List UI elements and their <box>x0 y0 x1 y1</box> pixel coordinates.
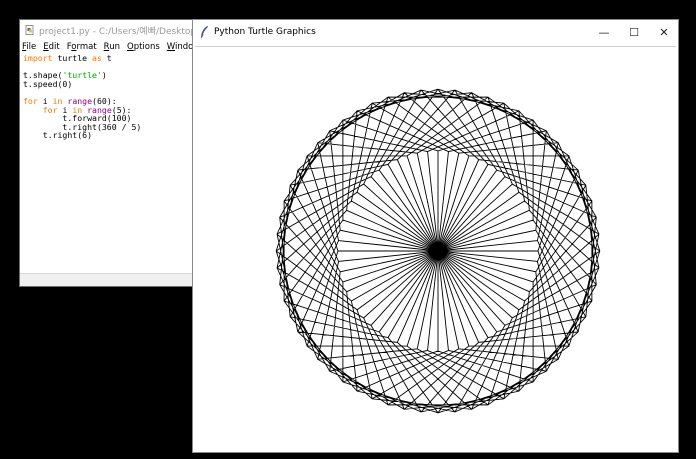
turtle-canvas[interactable] <box>195 46 676 450</box>
menu-options[interactable]: Options <box>127 42 160 52</box>
menu-run[interactable]: Run <box>104 42 120 52</box>
menu-format[interactable]: Format <box>67 42 97 52</box>
code-line: t.right(6) <box>23 130 93 141</box>
turtle-drawing <box>275 88 601 414</box>
turtle-title-text: Python Turtle Graphics <box>214 27 316 37</box>
code-line: import turtle as t <box>23 53 112 63</box>
turtle-graphics-window[interactable]: Python Turtle Graphics — ☐ ✕ <box>192 19 679 453</box>
menu-edit[interactable]: Edit <box>43 42 59 52</box>
code-line: t.speed(0) <box>23 78 73 89</box>
code-editor[interactable]: import turtle as t t.shape('turtle') t.sp… <box>23 54 141 140</box>
maximize-button[interactable]: ☐ <box>619 20 649 44</box>
turtle-title-bar[interactable]: Python Turtle Graphics — ☐ ✕ <box>193 20 678 44</box>
close-button[interactable]: ✕ <box>649 20 679 44</box>
feather-icon <box>200 26 208 39</box>
minimize-button[interactable]: — <box>589 20 619 44</box>
menu-file[interactable]: File <box>22 42 36 52</box>
python-file-icon <box>25 25 34 35</box>
